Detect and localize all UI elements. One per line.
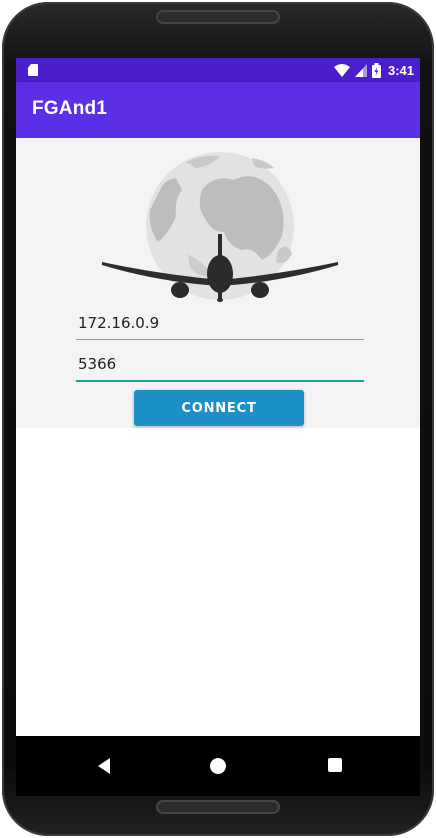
airplane-icon — [102, 234, 338, 302]
connect-button[interactable]: CONNECT — [134, 390, 304, 426]
home-icon[interactable] — [210, 758, 226, 774]
recent-apps-icon[interactable] — [328, 758, 342, 772]
navigation-bar — [16, 736, 420, 796]
back-icon[interactable] — [98, 758, 110, 774]
sd-card-icon — [28, 64, 38, 76]
wifi-icon — [333, 63, 350, 77]
app-bar: FGAnd1 — [16, 82, 420, 138]
status-time: 3:41 — [387, 62, 414, 78]
app-title: FGAnd1 — [32, 98, 108, 119]
main-content: CONNECT — [16, 138, 420, 736]
status-icons: 3:41 — [333, 61, 414, 79]
device-frame: 3:41 FGAnd1 172.16.0.9 5366 CONNECT — [0, 0, 436, 838]
top-speaker — [156, 10, 280, 24]
status-bar: 3:41 — [16, 58, 420, 82]
signal-icon — [354, 63, 367, 77]
bottom-speaker — [156, 800, 280, 814]
globe-airplane-logo-icon — [102, 152, 338, 302]
ip-address-input[interactable] — [76, 306, 364, 340]
port-input[interactable] — [76, 348, 364, 382]
battery-icon — [371, 62, 381, 78]
screen: 3:41 FGAnd1 172.16.0.9 5366 CONNECT — [16, 58, 420, 796]
